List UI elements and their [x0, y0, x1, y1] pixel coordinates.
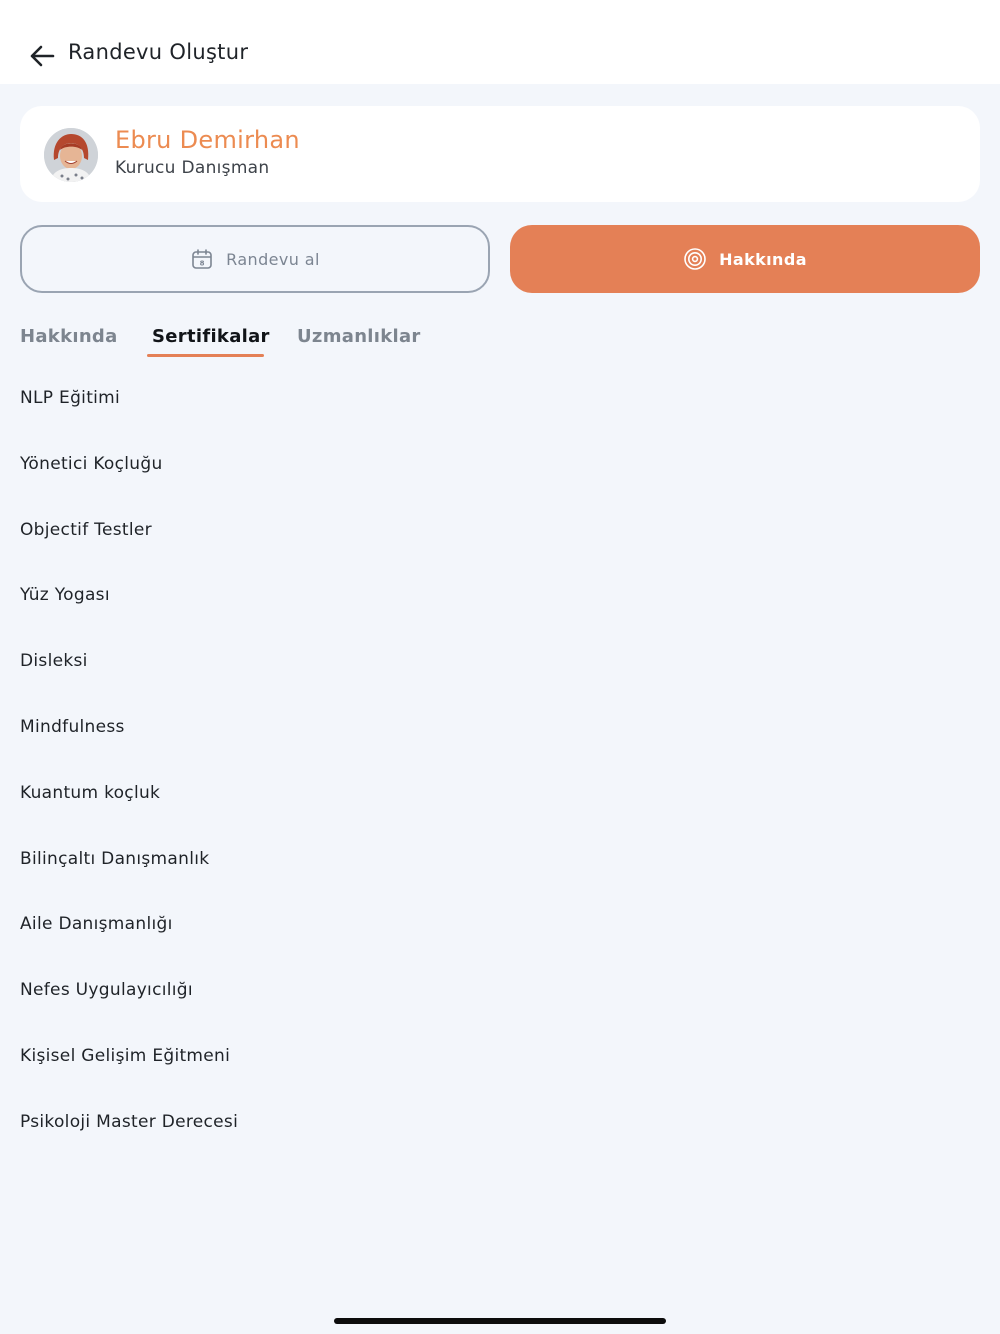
about-button[interactable]: Hakkında	[510, 225, 980, 293]
list-item: Yönetici Koçluğu	[20, 453, 163, 474]
list-item: Nefes Uygulayıcılığı	[20, 980, 193, 1001]
avatar	[44, 128, 98, 182]
appointment-button-label: Randevu al	[226, 249, 320, 269]
list-item: Psikoloji Master Derecesi	[20, 1111, 239, 1132]
tab-specialties[interactable]: Uzmanlıklar	[297, 326, 421, 347]
consultant-role: Kurucu Danışman	[115, 158, 270, 178]
arrow-left-icon	[30, 45, 55, 67]
appointment-button[interactable]: 8 Randevu al	[20, 225, 490, 293]
home-indicator[interactable]	[334, 1318, 666, 1324]
page-title: Randevu Oluştur	[68, 40, 249, 64]
tab-certificates[interactable]: Sertifikalar	[152, 326, 270, 347]
list-item: Yüz Yogası	[20, 585, 110, 606]
list-item: Aile Danışmanlığı	[20, 914, 173, 935]
target-icon	[683, 247, 707, 271]
list-item: Bilinçaltı Danışmanlık	[20, 848, 210, 869]
list-item: Objectif Testler	[20, 519, 152, 540]
about-button-label: Hakkında	[719, 249, 807, 269]
consultant-name: Ebru Demirhan	[115, 126, 300, 154]
certificate-list: NLP Eğitimi Yönetici Koçluğu Objectif Te…	[20, 386, 980, 1176]
appointment-page: Randevu Oluştur Ebru Demirhan Kurucu Dan…	[0, 0, 1000, 1334]
active-tab-indicator	[147, 354, 264, 357]
tab-about[interactable]: Hakkında	[20, 326, 118, 347]
list-item: Kişisel Gelişim Eğitmeni	[20, 1045, 231, 1066]
consultant-card: Ebru Demirhan Kurucu Danışman	[20, 106, 980, 202]
svg-text:8: 8	[200, 260, 205, 268]
top-bar: Randevu Oluştur	[0, 0, 1000, 84]
list-item: Disleksi	[20, 651, 88, 672]
list-item: Kuantum koçluk	[20, 782, 161, 803]
calendar-icon: 8	[190, 247, 214, 271]
list-item: NLP Eğitimi	[20, 388, 121, 408]
back-button[interactable]	[24, 38, 60, 74]
list-item: Mindfulness	[20, 716, 125, 737]
